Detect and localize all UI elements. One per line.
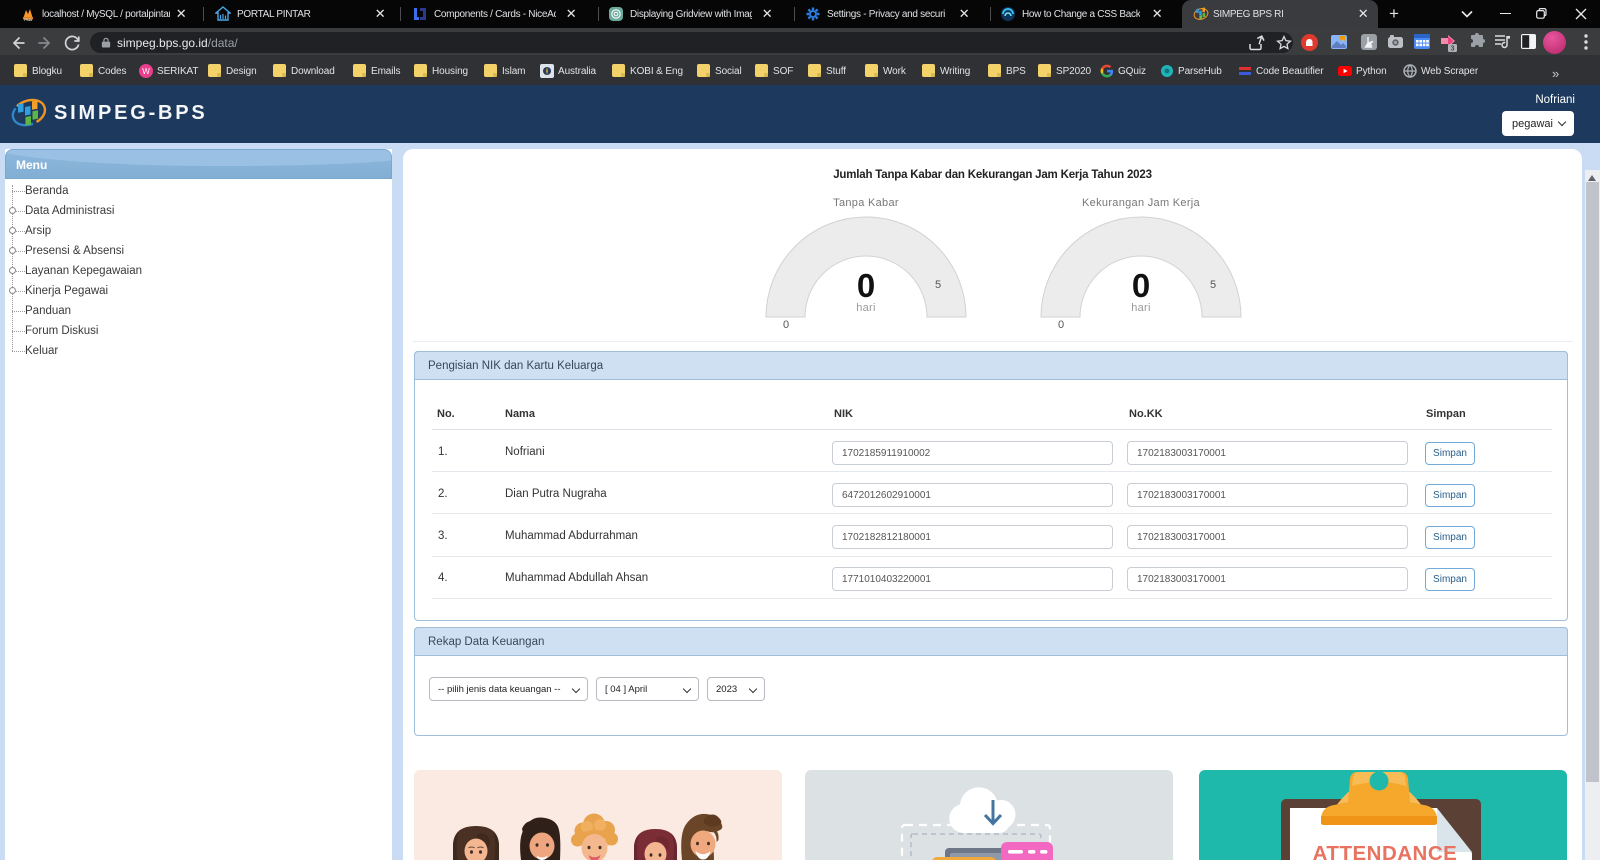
- svg-text:ATTENDANCE: ATTENDANCE: [1313, 842, 1458, 860]
- svg-text:W: W: [142, 67, 150, 76]
- svg-text:PMA: PMA: [24, 17, 32, 22]
- svg-text:3: 3: [1451, 46, 1455, 52]
